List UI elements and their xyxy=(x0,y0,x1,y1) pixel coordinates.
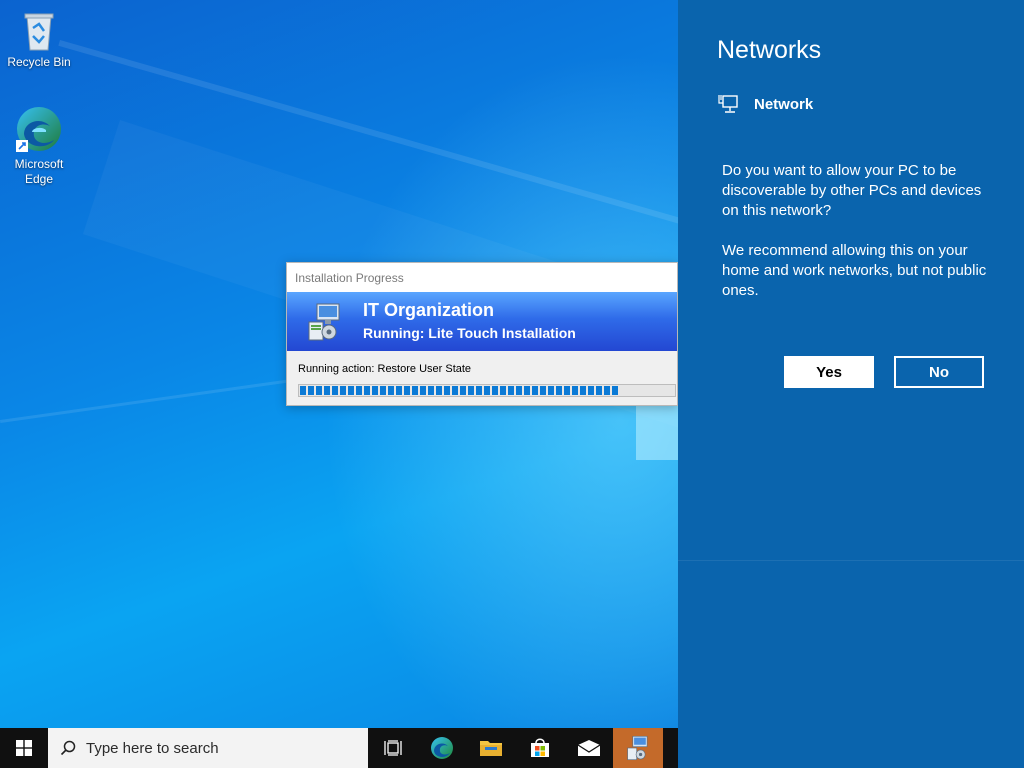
taskbar-file-explorer-button[interactable] xyxy=(466,728,515,768)
organization-name: IT Organization xyxy=(363,300,495,320)
installation-status: Running: Lite Touch Installation xyxy=(363,325,576,341)
ethernet-icon xyxy=(718,95,738,113)
desktop-icon-label: Microsoft Edge xyxy=(14,157,64,186)
search-icon xyxy=(60,740,76,756)
flyout-divider xyxy=(678,560,1024,561)
taskbar-store-button[interactable] xyxy=(515,728,564,768)
discoverable-recommendation: We recommend allowing this on your home … xyxy=(722,242,987,299)
taskbar: Type here to search xyxy=(0,728,678,768)
task-view-icon xyxy=(383,740,402,756)
progress-body: Running action: Restore User State xyxy=(287,351,677,406)
taskbar-edge-button[interactable] xyxy=(417,728,466,768)
network-name: Network xyxy=(754,95,814,113)
installation-progress-window[interactable]: Installation Progress IT Organization Ru… xyxy=(286,262,678,406)
windows-logo-icon xyxy=(16,740,32,756)
deployment-computer-icon xyxy=(627,735,648,761)
start-button[interactable] xyxy=(0,728,48,768)
taskbar-deployment-button[interactable] xyxy=(613,728,663,768)
edge-icon xyxy=(430,737,453,759)
current-action-text: Running action: Restore User State xyxy=(298,363,472,375)
window-title: Installation Progress xyxy=(295,271,404,285)
yes-button[interactable]: Yes xyxy=(784,356,874,388)
taskbar-mail-button[interactable] xyxy=(564,728,613,768)
taskbar-search-box[interactable]: Type here to search xyxy=(48,728,368,768)
window-titlebar[interactable]: Installation Progress xyxy=(287,263,677,292)
mail-icon xyxy=(577,740,600,756)
microsoft-store-icon xyxy=(530,738,549,757)
file-explorer-icon xyxy=(479,741,502,756)
progress-banner: IT Organization Running: Lite Touch Inst… xyxy=(287,292,677,351)
desktop-icon-microsoft-edge[interactable]: Microsoft Edge xyxy=(3,104,75,187)
discoverable-question: Do you want to allow your PC to be disco… xyxy=(722,162,982,219)
desktop-icon-label: Recycle Bin xyxy=(7,55,71,69)
task-view-button[interactable] xyxy=(368,728,417,768)
progress-bar-fill xyxy=(300,386,618,395)
no-button[interactable]: No xyxy=(894,356,984,388)
deployment-computer-icon xyxy=(308,303,340,341)
recycle-bin-icon xyxy=(24,13,54,51)
networks-flyout: Networks Network Do you want to allow yo… xyxy=(678,0,1024,768)
progress-bar xyxy=(298,384,676,397)
flyout-heading: Networks xyxy=(717,36,822,64)
network-entry: Network xyxy=(718,94,813,114)
search-placeholder: Type here to search xyxy=(86,739,219,757)
desktop-icon-recycle-bin[interactable]: Recycle Bin xyxy=(3,8,75,70)
edge-icon xyxy=(16,107,61,152)
